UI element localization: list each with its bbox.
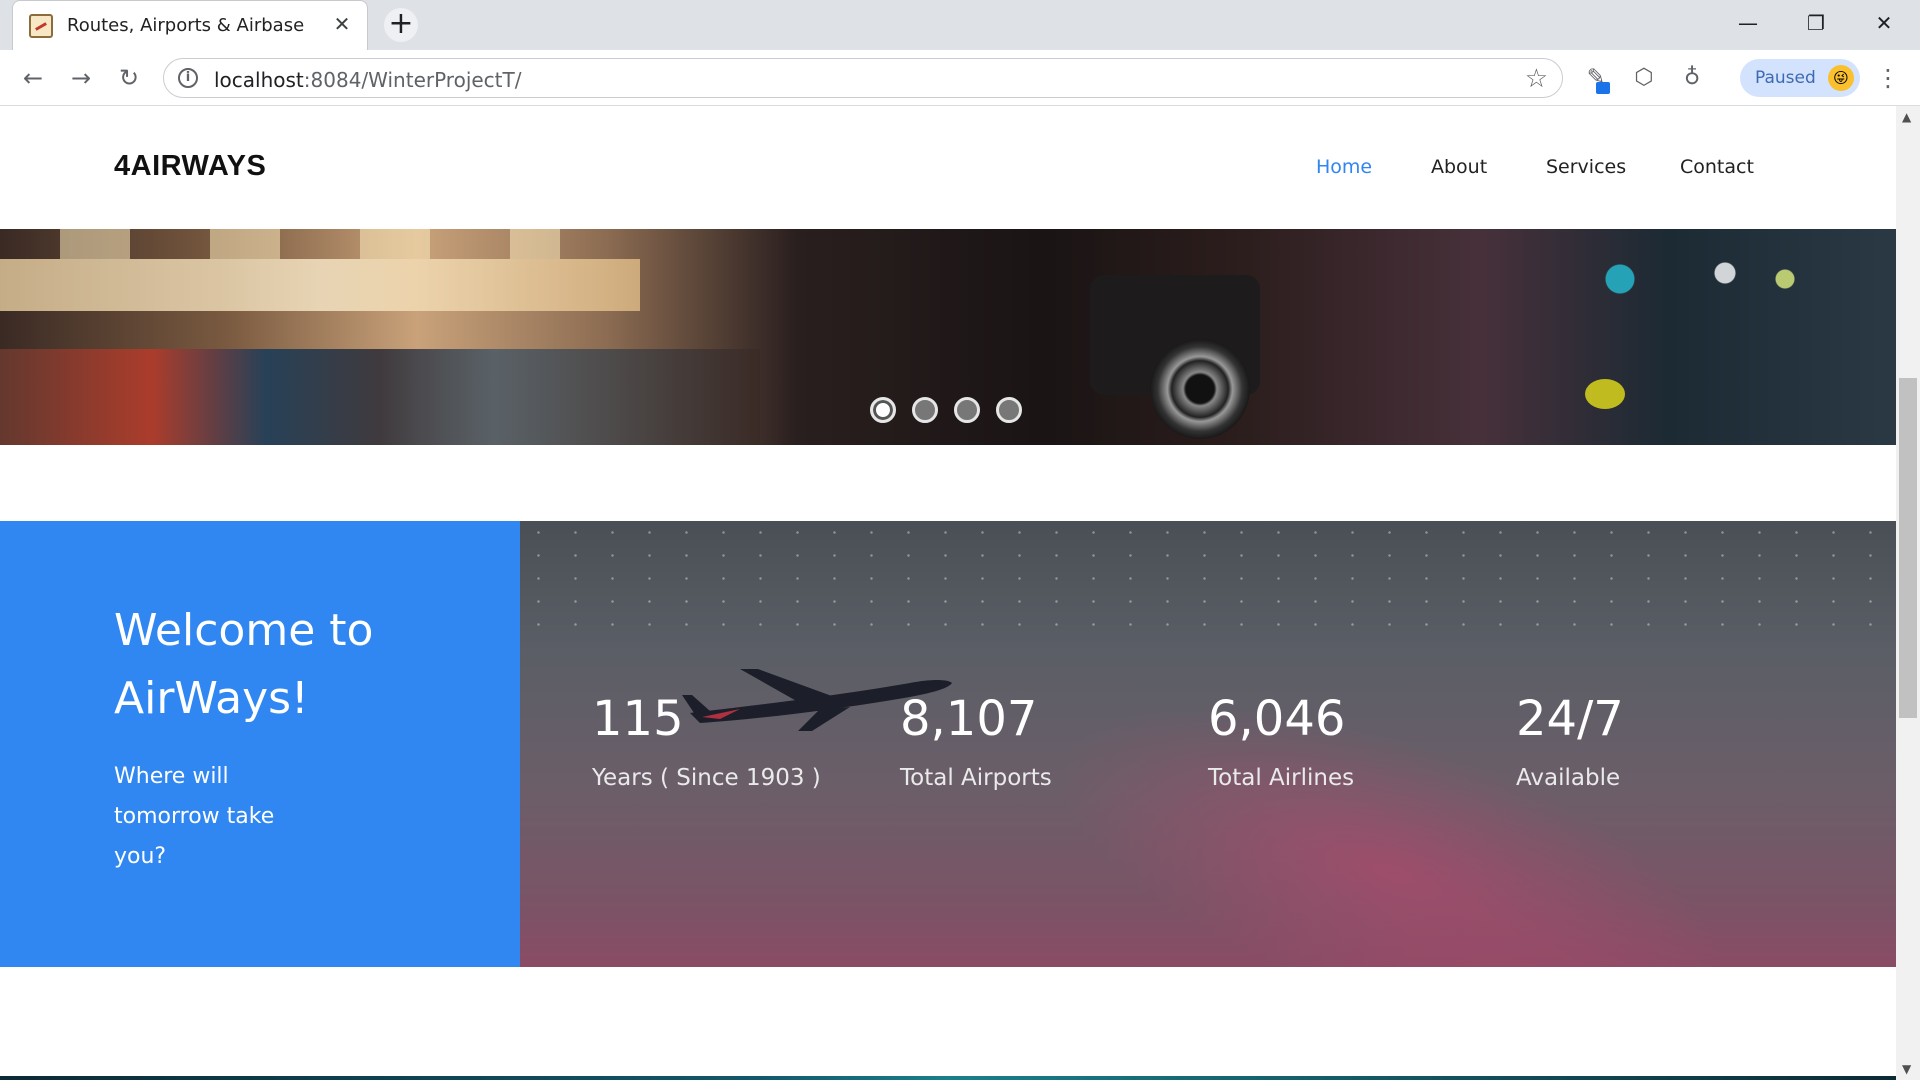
page-scrollbar[interactable]: ▲ ▼ (1896, 106, 1920, 1080)
site-navbar: 4AIRWAYS Home About Services Contact (0, 106, 1896, 229)
welcome-subtitle: Where will tomorrow take you? (114, 764, 275, 869)
browser-toolbar: ← → ↻ i localhost:8084/WinterProjectT/ ☆… (0, 50, 1920, 106)
stat-label: Years ( Since 1903 ) (592, 765, 821, 791)
lightbulb-icon[interactable]: ♁ (1676, 62, 1708, 94)
hero-image-lamps (60, 229, 560, 259)
stat-label: Total Airlines (1208, 765, 1355, 791)
carousel-dot-3[interactable] (954, 397, 980, 423)
pen-icon[interactable]: ✎ (1580, 62, 1612, 94)
browser-menu-icon[interactable]: ⋮ (1876, 62, 1900, 94)
site-info-icon[interactable]: i (178, 68, 198, 88)
nav-link-about[interactable]: About (1431, 156, 1487, 178)
hero-carousel (0, 229, 1896, 445)
carousel-indicators (870, 397, 1030, 427)
hero-image-counter (0, 259, 640, 311)
welcome-panel: Welcome to AirWays! Where will tomorrow … (0, 521, 520, 967)
address-bar[interactable]: i localhost:8084/WinterProjectT/ ☆ (163, 58, 1563, 98)
carousel-dot-1[interactable] (870, 397, 896, 423)
back-button[interactable]: ← (16, 61, 50, 95)
bookmark-star-icon[interactable]: ☆ (1525, 64, 1548, 94)
forward-button[interactable]: → (64, 61, 98, 95)
reload-button[interactable]: ↻ (112, 61, 146, 95)
stat-label: Total Airports (900, 765, 1052, 791)
hero-image-yellow-light (1585, 379, 1625, 409)
stat-availability: 24/7 Available (1516, 691, 1796, 791)
stat-years: 115 Years ( Since 1903 ) (592, 691, 872, 791)
welcome-title: Welcome to AirWays! (114, 605, 374, 724)
stat-value: 8,107 (900, 691, 1038, 747)
hero-image-crowd (0, 349, 760, 445)
stat-airports: 8,107 Total Airports (900, 691, 1180, 791)
new-tab-button[interactable]: + (384, 8, 418, 42)
nav-link-home[interactable]: Home (1316, 156, 1372, 178)
profile-status: Paused (1755, 68, 1816, 88)
favicon-icon (29, 14, 53, 38)
profile-button[interactable]: Paused 😜 (1740, 59, 1860, 97)
page-bottom-strip (0, 1076, 1896, 1080)
hero-image-lens (1150, 339, 1250, 439)
site-logo[interactable]: 4AIRWAYS (114, 150, 266, 183)
stats-panel: 115 Years ( Since 1903 ) 8,107 Total Air… (520, 521, 1896, 967)
stat-value: 24/7 (1516, 691, 1624, 747)
stat-value: 115 (592, 691, 684, 747)
carousel-dot-2[interactable] (912, 397, 938, 423)
stat-label: Available (1516, 765, 1621, 791)
extension-badge (1596, 82, 1610, 94)
avatar: 😜 (1828, 65, 1854, 91)
tab-close-icon[interactable]: ✕ (329, 11, 355, 37)
starry-sky (520, 521, 1896, 641)
scrollbar-thumb[interactable] (1899, 378, 1917, 718)
stat-value: 6,046 (1208, 691, 1346, 747)
scroll-up-icon[interactable]: ▲ (1902, 110, 1911, 124)
close-window-button[interactable]: ✕ (1856, 6, 1912, 40)
url-text[interactable]: localhost:8084/WinterProjectT/ (214, 68, 521, 92)
browser-tab[interactable]: Routes, Airports & Airbase ✕ (12, 0, 368, 50)
carousel-dot-4[interactable] (996, 397, 1022, 423)
nav-link-contact[interactable]: Contact (1680, 156, 1754, 178)
tab-title: Routes, Airports & Airbase (67, 15, 305, 36)
sky-glow (1016, 639, 1764, 967)
restore-button[interactable]: ❐ (1788, 6, 1844, 40)
nav-link-services[interactable]: Services (1546, 156, 1626, 178)
url-path: :8084/WinterProjectT/ (303, 68, 522, 92)
browser-titlebar: Routes, Airports & Airbase ✕ + — ❐ ✕ (0, 0, 1920, 50)
page-viewport: 4AIRWAYS Home About Services Contact Wel… (0, 106, 1896, 1080)
shield-icon[interactable]: ⬡ (1628, 62, 1660, 94)
scroll-down-icon[interactable]: ▼ (1902, 1062, 1911, 1076)
stat-airlines: 6,046 Total Airlines (1208, 691, 1488, 791)
url-host: localhost (214, 68, 304, 92)
minimize-button[interactable]: — (1720, 6, 1776, 40)
hero-image-lights (1560, 249, 1860, 309)
